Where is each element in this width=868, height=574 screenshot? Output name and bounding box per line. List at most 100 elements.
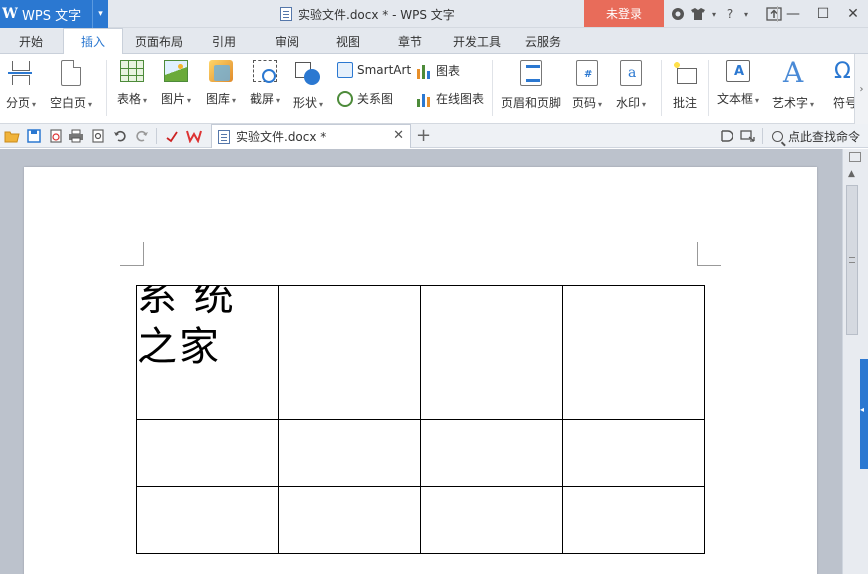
table-icon [120,60,145,82]
tab-references[interactable]: 引用 [202,28,246,54]
wps-brand-icon[interactable] [186,128,202,144]
table-cell[interactable] [278,419,421,487]
undo-icon[interactable] [112,128,128,144]
tab-view[interactable]: 视图 [326,28,370,54]
chevron-down-icon: ▾ [810,100,815,109]
tab-cloud-service[interactable]: 云服务 [518,28,568,54]
print-preview-icon[interactable] [90,128,106,144]
open-folder-icon[interactable] [4,128,20,144]
redo-icon[interactable] [134,128,150,144]
shape-icon [295,60,321,86]
shirt-icon[interactable] [690,4,706,24]
page-break-button[interactable]: 分页 ▾ [6,58,36,111]
table-cell[interactable] [278,486,421,554]
table-cell[interactable] [136,486,279,554]
picture-label: 图片 [161,92,186,106]
header-footer-icon [520,60,542,86]
table-cell[interactable] [562,486,705,554]
login-button[interactable]: 未登录 [584,0,664,27]
quick-access-toolbar: 实验文件.docx * ✕ + 点此查找命令 [0,124,868,148]
table-row: 系 统 之家 [136,285,705,420]
collapse-ribbon-icon[interactable] [718,128,734,144]
window-title: 实验文件.docx * - WPS 文字 [280,0,455,28]
table-cell[interactable] [420,285,563,420]
customize-toolbar-icon[interactable] [164,128,180,144]
command-search[interactable]: 点此查找命令 [771,124,860,148]
tab-review[interactable]: 审阅 [265,28,309,54]
document-table[interactable]: 系 统 之家 [136,285,705,554]
chevron-down-icon[interactable]: ▾ [742,4,750,24]
relation-chart-button[interactable]: 关系图 [337,90,393,107]
word-art-button[interactable]: 艺术字▾ [772,56,815,111]
table-cell[interactable] [420,486,563,554]
table-cell[interactable] [420,419,563,487]
divider [492,60,493,116]
document-workspace[interactable]: 系 统 之家 [0,149,842,574]
help-icon[interactable]: ? [722,4,738,24]
chevron-down-icon: ▾ [642,100,647,109]
export-pdf-icon[interactable] [48,128,64,144]
chevron-down-icon[interactable]: ▾ [710,4,718,24]
chart-button[interactable]: 图表 [416,62,460,79]
save-icon[interactable] [26,128,42,144]
document-tab-label: 实验文件.docx * [236,130,327,144]
shape-button[interactable]: 形状 ▾ [293,58,323,111]
document-tab[interactable]: 实验文件.docx * ✕ [211,124,411,148]
table-row [136,486,705,554]
table-cell[interactable] [562,285,705,420]
minimize-button[interactable]: — [778,0,808,28]
new-tab-button[interactable]: + [416,125,431,146]
table-cell[interactable] [278,285,421,420]
online-chart-label: 在线图表 [436,92,485,106]
scroll-up-icon[interactable]: ▲ [848,169,855,179]
vertical-scrollbar[interactable]: ▲ [842,149,868,574]
chart-icon [416,62,432,79]
table-cell[interactable]: 系 统 之家 [136,285,279,420]
chevron-down-icon: ▾ [276,96,281,105]
document-icon [218,129,230,144]
table-cell[interactable] [136,419,279,487]
close-button[interactable]: ✕ [838,0,868,28]
share-icon[interactable] [740,128,756,144]
close-tab-icon[interactable]: ✕ [393,128,404,143]
tab-home[interactable]: 开始 [8,28,54,54]
split-view-icon[interactable] [849,152,861,162]
blank-page-button[interactable]: 空白页 ▾ [50,58,92,111]
ribbon-scroll-right-button[interactable]: › [854,54,868,124]
blank-page-icon [61,60,82,86]
page-number-button[interactable]: 页码▾ [572,58,602,111]
table-button[interactable]: 表格 ▾ [117,58,147,107]
header-footer-button[interactable]: 页眉和页脚 [501,58,561,111]
tab-developer-tools[interactable]: 开发工具 [447,28,507,54]
picture-button[interactable]: 图片 ▾ [161,58,191,107]
watermark-button[interactable]: 水印▾ [616,58,646,111]
smartart-button[interactable]: SmartArt [337,62,411,78]
table-cell-text: 系 统 之家 [137,286,236,370]
chevron-down-icon: ▾ [187,96,192,105]
document-page[interactable]: 系 统 之家 [24,167,817,574]
maximize-button[interactable]: ☐ [808,0,838,28]
divider [156,128,157,144]
tab-insert[interactable]: 插入 [63,28,123,55]
header-footer-label: 页眉和页脚 [501,96,562,110]
window-title-text: 实验文件.docx * - WPS 文字 [298,7,455,22]
gallery-icon [209,60,234,82]
online-chart-button[interactable]: 在线图表 [416,90,484,107]
side-panel-toggle[interactable] [860,359,868,469]
comment-button[interactable]: 批注 [672,58,698,111]
app-menu-arrow-icon[interactable]: ▾ [92,0,108,28]
document-icon [280,7,292,21]
divider [661,60,662,116]
chevron-down-icon: ▾ [32,100,37,109]
gallery-button[interactable]: 图库 ▾ [206,58,236,107]
table-cell[interactable] [562,419,705,487]
text-box-button[interactable]: 文本框▾ [717,58,759,107]
skin-icon[interactable] [670,4,686,24]
print-icon[interactable] [68,128,84,144]
app-menu-button[interactable]: W WPS 文字 ▾ [0,0,108,28]
screenshot-icon [253,60,278,83]
screenshot-button[interactable]: 截屏 ▾ [250,58,280,107]
tab-section[interactable]: 章节 [388,28,432,54]
tab-page-layout[interactable]: 页面布局 [130,28,188,54]
word-art-label: 艺术字 [772,96,809,110]
